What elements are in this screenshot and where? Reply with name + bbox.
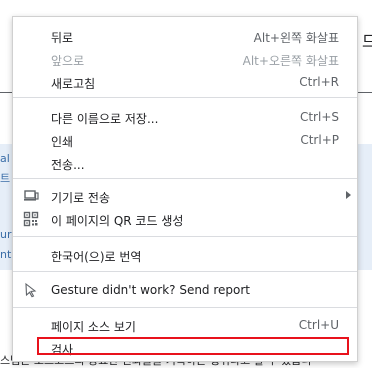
menu-separator bbox=[13, 307, 357, 308]
menu-item-qr-code[interactable]: 이 페이지의 QR 코드 생성 bbox=[13, 208, 357, 230]
page-text-fragment: 트 bbox=[0, 172, 11, 185]
menu-item-label: 페이지 소스 보기 bbox=[51, 320, 136, 334]
menu-separator bbox=[13, 236, 357, 237]
menu-item-shortcut: Ctrl+U bbox=[298, 318, 339, 332]
menu-item-label: Gesture didn't work? Send report bbox=[51, 283, 251, 297]
context-menu: 뒤로 Alt+왼쪽 화살표 앞으로 Alt+오른쪽 화살표 새로고침 Ctrl+… bbox=[12, 16, 358, 362]
menu-item-shortcut: Ctrl+S bbox=[299, 110, 339, 124]
menu-item-label: 한국어(으)로 번역 bbox=[51, 250, 142, 264]
menu-item-label: 기기로 전송 bbox=[51, 191, 111, 205]
menu-item-label: 다른 이름으로 저장... bbox=[51, 112, 159, 126]
menu-item-forward[interactable]: 앞으로 Alt+오른쪽 화살표 bbox=[13, 48, 357, 70]
menu-item-label: 인쇄 bbox=[51, 135, 74, 149]
qr-code-icon bbox=[23, 211, 39, 227]
page-text-fragment: ur bbox=[0, 228, 12, 241]
menu-item-shortcut: Ctrl+P bbox=[300, 133, 339, 147]
page-text-fragment: al bbox=[0, 152, 10, 165]
menu-item-send-to-device[interactable]: 기기로 전송 bbox=[13, 185, 357, 207]
menu-item-cast[interactable]: 전송... bbox=[13, 152, 357, 174]
menu-item-gesture-report[interactable]: Gesture didn't work? Send report bbox=[13, 279, 357, 301]
menu-item-reload[interactable]: 새로고침 Ctrl+R bbox=[13, 71, 357, 93]
menu-separator bbox=[13, 97, 357, 98]
menu-item-view-source[interactable]: 페이지 소스 보기 Ctrl+U bbox=[13, 314, 357, 336]
menu-item-back[interactable]: 뒤로 Alt+왼쪽 화살표 bbox=[13, 25, 357, 47]
menu-separator bbox=[13, 271, 357, 272]
menu-item-label: 전송... bbox=[51, 158, 85, 172]
cursor-arrow-icon bbox=[23, 282, 39, 298]
menu-item-shortcut: Alt+왼쪽 화살표 bbox=[253, 31, 339, 45]
menu-item-translate[interactable]: 한국어(으)로 번역 bbox=[13, 244, 357, 266]
menu-item-label: 뒤로 bbox=[51, 31, 74, 45]
page-text-fragment: nt bbox=[0, 248, 12, 261]
menu-item-shortcut: Ctrl+R bbox=[299, 75, 339, 89]
page-text-fragment: 므 bbox=[362, 32, 372, 51]
menu-item-print[interactable]: 인쇄 Ctrl+P bbox=[13, 129, 357, 151]
menu-item-shortcut: Alt+오른쪽 화살표 bbox=[242, 54, 339, 68]
inspect-highlight-box bbox=[37, 337, 349, 355]
menu-item-label: 앞으로 bbox=[51, 54, 85, 68]
laptop-icon bbox=[23, 188, 39, 204]
menu-item-save-as[interactable]: 다른 이름으로 저장... Ctrl+S bbox=[13, 106, 357, 128]
menu-separator bbox=[13, 178, 357, 179]
submenu-arrow-icon bbox=[346, 191, 351, 199]
menu-item-label: 이 페이지의 QR 코드 생성 bbox=[51, 214, 184, 228]
menu-item-label: 새로고침 bbox=[51, 77, 96, 91]
